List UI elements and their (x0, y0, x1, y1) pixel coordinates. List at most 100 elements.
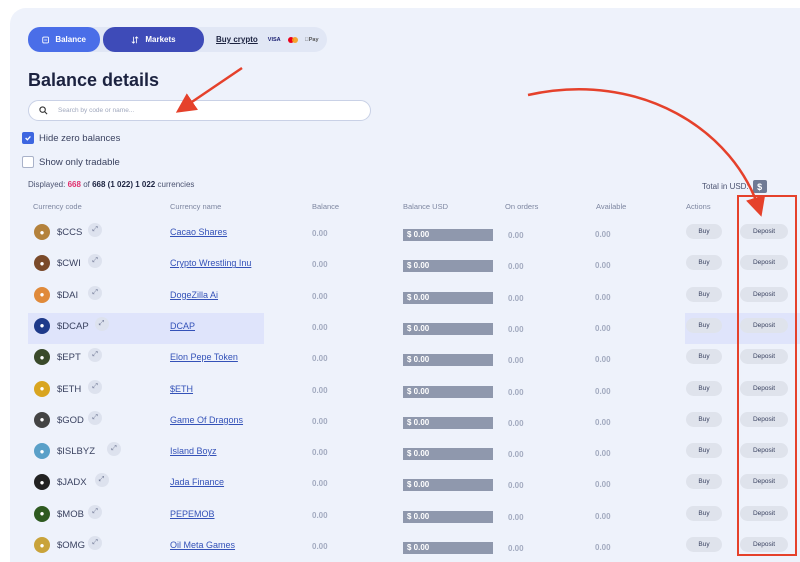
pin-icon[interactable]: ⤢ (88, 504, 103, 519)
currency-name-link[interactable]: Island Boyz (170, 446, 217, 456)
search-box[interactable] (28, 100, 371, 121)
buy-button[interactable]: Buy (686, 286, 722, 302)
balance-usd-value: $ 0.00 (403, 510, 493, 523)
currency-name-link[interactable]: DCAP (170, 321, 195, 331)
balance-value: 0.00 (312, 479, 328, 489)
available-value: 0.00 (595, 543, 611, 552)
col-balance-usd[interactable]: Balance USD (403, 202, 448, 211)
balance-usd-value: $ 0.00 (403, 260, 493, 273)
buy-button[interactable]: Buy (686, 505, 722, 521)
col-on-orders[interactable]: On orders (505, 202, 538, 211)
buy-button[interactable]: Buy (686, 443, 722, 459)
pin-icon[interactable]: ⤢ (88, 223, 103, 237)
available-value: 0.00 (595, 480, 611, 490)
available-value: 0.00 (595, 323, 611, 333)
balance-value: 0.00 (312, 260, 328, 270)
currency-code: $GOD (57, 414, 84, 426)
markets-tab-button[interactable]: Markets (103, 27, 204, 52)
balance-value: 0.00 (312, 510, 328, 520)
buy-button[interactable]: Buy (686, 537, 722, 552)
available-value: 0.00 (595, 261, 611, 271)
balance-usd-value: $ 0.00 (403, 385, 493, 398)
balance-value: 0.00 (312, 291, 328, 301)
checkbox-checked-icon[interactable] (22, 132, 34, 144)
col-balance[interactable]: Balance (312, 202, 339, 211)
top-toolbar: Balance Markets Buy crypto VISA Pay (28, 27, 327, 52)
buy-button[interactable]: Buy (686, 224, 722, 239)
currency-name-link[interactable]: Crypto Wrestling Inu (170, 258, 251, 268)
col-currency-name[interactable]: Currency name (170, 202, 221, 211)
table-row: ● $CWI ⤢ Crypto Wrestling Inu 0.00 $ 0.00 0.00… (28, 250, 800, 278)
currency-name-link[interactable]: Elon Pepe Token (170, 352, 238, 362)
col-currency-code[interactable]: Currency code (33, 202, 82, 211)
buy-button[interactable]: Buy (686, 317, 722, 333)
table-row: ● $DCAP ⤢ DCAP 0.00 $ 0.00 0.00 0.00 Buy Deposit (28, 312, 800, 344)
on-orders-value: 0.00 (508, 324, 524, 334)
hide-zero-label: Hide zero balances (39, 132, 121, 144)
available-value: 0.00 (595, 449, 611, 459)
buy-button[interactable]: Buy (686, 380, 722, 396)
table-row: ● $ETH ⤢ $ETH 0.00 $ 0.00 0.00 0.00 Buy Deposit (28, 376, 800, 404)
total-count: 668 (1 022) 1 022 (92, 180, 156, 189)
pin-icon[interactable]: ⤢ (88, 536, 103, 550)
on-orders-value: 0.00 (508, 512, 524, 522)
buy-button[interactable]: Buy (686, 255, 722, 271)
on-orders-value: 0.00 (508, 231, 524, 240)
pin-icon[interactable]: ⤢ (88, 285, 103, 300)
buy-button[interactable]: Buy (686, 474, 722, 490)
usd-toggle-button[interactable]: $ (752, 180, 767, 193)
currency-name-link[interactable]: DogeZilla Ai (170, 290, 218, 300)
wallet-icon (42, 36, 50, 43)
balance-value: 0.00 (312, 322, 328, 332)
total-in-usd: Total in USD: $ (702, 180, 767, 193)
balance-value: 0.00 (312, 448, 328, 458)
available-value: 0.00 (595, 417, 611, 427)
pin-icon[interactable]: ⤢ (94, 473, 109, 488)
annotation-highlight-box (737, 195, 797, 556)
mastercard-icon (287, 36, 298, 43)
table-row: ● $OMG ⤢ Oil Meta Games 0.00 $ 0.00 0.00 0.00 Bu… (28, 532, 800, 560)
buy-crypto-link[interactable]: Buy crypto (216, 35, 258, 44)
pepemob-icon: ● (34, 505, 50, 522)
balance-value: 0.00 (312, 416, 328, 426)
currency-name-link[interactable]: Oil Meta Games (170, 540, 235, 550)
currency-name-link[interactable]: $ETH (170, 384, 193, 394)
pin-icon[interactable]: ⤢ (88, 410, 103, 425)
on-orders-value: 0.00 (508, 356, 524, 366)
balance-usd-value: $ 0.00 (403, 229, 493, 241)
balance-tab-button[interactable]: Balance (28, 27, 100, 52)
cacao-coin-icon: ● (34, 224, 50, 240)
balance-usd-value: $ 0.00 (403, 354, 493, 367)
island-boyz-icon: ● (34, 443, 50, 460)
pin-icon[interactable]: ⤢ (88, 254, 103, 269)
balance-value: 0.00 (312, 542, 328, 551)
balance-value: 0.00 (312, 385, 328, 395)
table-row: ● $JADX ⤢ Jada Finance 0.00 $ 0.00 0.00 0.00 Buy… (28, 469, 800, 497)
col-available[interactable]: Available (596, 202, 626, 211)
checkbox-unchecked-icon[interactable] (22, 156, 34, 168)
buy-button[interactable]: Buy (686, 349, 722, 365)
dogezilla-icon: ● (34, 286, 50, 303)
pin-icon[interactable]: ⤢ (88, 348, 103, 363)
pin-icon[interactable]: ⤢ (94, 316, 109, 331)
currency-name-link[interactable]: Jada Finance (170, 477, 224, 487)
tradable-checkbox[interactable]: Show only tradable (22, 156, 120, 168)
on-orders-value: 0.00 (508, 481, 524, 491)
table-row: ● $ISLBYZ ⤢ Island Boyz 0.00 $ 0.00 0.00 0.00 Bu… (28, 438, 800, 466)
balance-value: 0.00 (312, 229, 328, 238)
table-row: ● $GOD ⤢ Game Of Dragons 0.00 $ 0.00 0.00 0.00 B… (28, 407, 800, 435)
currency-name-link[interactable]: Game Of Dragons (170, 415, 243, 425)
pin-icon[interactable]: ⤢ (88, 379, 103, 394)
markets-tab-label: Markets (145, 35, 176, 44)
currency-code: $CCS (57, 227, 83, 238)
eth-coin-icon: ● (34, 380, 50, 397)
currency-name-link[interactable]: Cacao Shares (170, 227, 227, 237)
pin-icon[interactable]: ⤢ (107, 442, 122, 457)
currency-name-link[interactable]: PEPEMOB (170, 509, 215, 519)
buy-button[interactable]: Buy (686, 411, 722, 427)
search-input[interactable] (58, 107, 338, 114)
currency-code: $ISLBYZ (57, 446, 96, 458)
wrestling-dog-icon: ● (34, 255, 50, 272)
on-orders-value: 0.00 (508, 450, 524, 460)
hide-zero-checkbox[interactable]: Hide zero balances (22, 132, 120, 144)
